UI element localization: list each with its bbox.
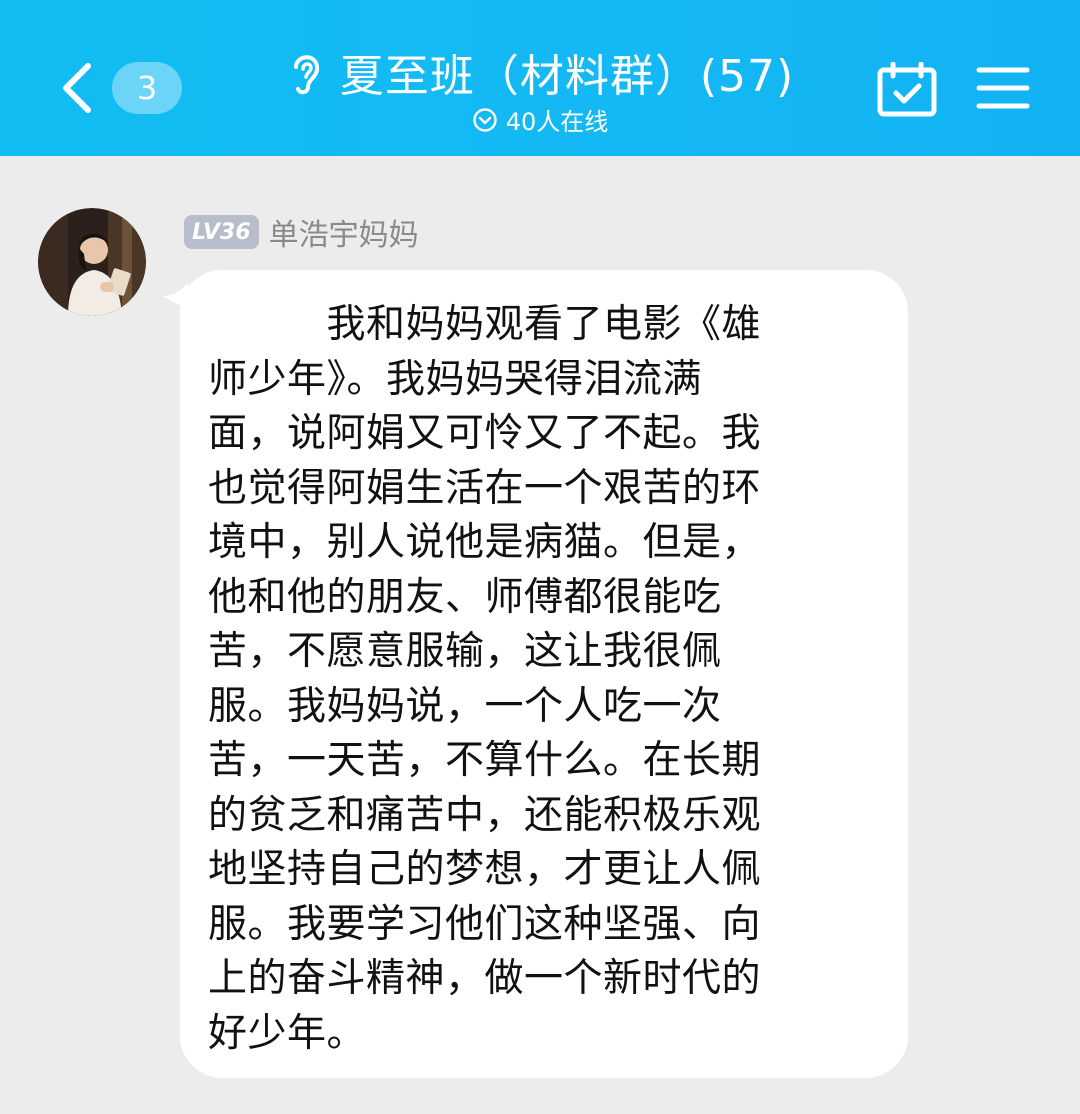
sender-avatar[interactable]: [38, 208, 146, 316]
message-line: 也觉得阿娟生活在一个艰苦的环: [208, 465, 762, 511]
message-line: 苦，不愿意服输，这让我很佩: [208, 629, 722, 674]
group-title[interactable]: 夏至班（材料群）(57): [340, 40, 794, 104]
ear-icon[interactable]: [286, 47, 326, 97]
hamburger-menu-icon[interactable]: [976, 66, 1030, 110]
message-line: 我和妈妈观看了电影《雄: [208, 302, 762, 347]
message-line: 的贫乏和痛苦中，还能积极乐观: [208, 792, 762, 838]
level-badge: LV36: [184, 215, 259, 249]
message-line: 面，说阿娟又可怜又了不起。我: [208, 411, 762, 456]
message-line: 服。我妈妈说，一个人吃一次: [208, 683, 722, 729]
message-line: 上的奋斗精神，做一个新时代的: [208, 956, 762, 1001]
message-line: 师少年》。我妈妈哭得泪流满: [208, 356, 703, 402]
message-line: 苦，一天苦，不算什么。在长期: [208, 738, 762, 783]
message-line: 他和他的朋友、师傅都很能吃: [208, 574, 722, 620]
message-line: 地坚持自己的梦想，才更让人佩: [208, 847, 762, 892]
sender-info: LV36 单浩宇妈妈: [184, 210, 419, 254]
chat-header: 3 夏至班（材料群）(57) 40人在线: [0, 0, 1080, 156]
message-text: 我和妈妈观看了电影《雄 师少年》。我妈妈哭得泪流满 面，说阿娟又可怜又了不起。我…: [208, 298, 860, 1061]
sender-name[interactable]: 单浩宇妈妈: [269, 210, 419, 254]
status-bar-fragment: [140, 0, 192, 8]
message-line: 境中，别人说他是病猫。但是，: [208, 520, 762, 565]
message-bubble[interactable]: 我和妈妈观看了电影《雄 师少年》。我妈妈哭得泪流满 面，说阿娟又可怜又了不起。我…: [180, 270, 908, 1078]
online-status-text: 40人在线: [505, 108, 609, 136]
chevron-down-circle-icon: [473, 107, 497, 132]
calendar-check-icon[interactable]: [876, 62, 938, 118]
message-line: 服。我要学习他们这种坚强、向: [208, 901, 762, 947]
message-line: 好少年。: [208, 1010, 367, 1056]
chat-message-area[interactable]: LV36 单浩宇妈妈 我和妈妈观看了电影《雄 师少年》。我妈妈哭得泪流满 面，说…: [0, 156, 1080, 1114]
